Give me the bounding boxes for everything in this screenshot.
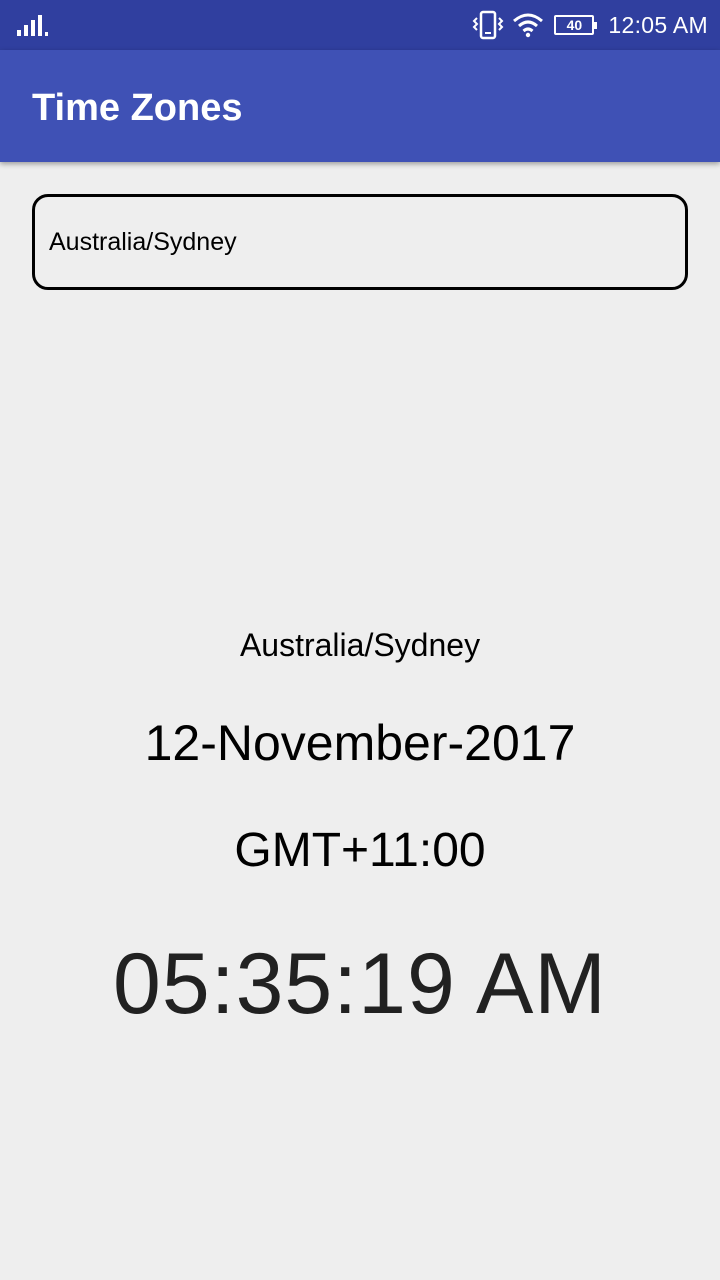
status-icons: 40 12:05 AM: [472, 8, 708, 42]
timezone-input[interactable]: [32, 194, 688, 290]
status-clock: 12:05 AM: [608, 11, 708, 38]
gmt-offset-label: GMT+11:00: [234, 824, 486, 877]
time-label: 05:35:19 AM: [113, 936, 607, 1032]
cell-signal-icon: [17, 15, 48, 36]
date-label: 12-November-2017: [144, 715, 576, 771]
vibrate-icon: [473, 10, 504, 40]
status-bar: 40 12:05 AM: [0, 0, 720, 50]
wifi-icon: [513, 13, 544, 38]
battery-level: 40: [566, 17, 583, 33]
battery-icon: 40: [554, 15, 598, 35]
app-title: Time Zones: [32, 87, 243, 129]
zone-label: Australia/Sydney: [239, 627, 481, 663]
app-bar: Time Zones: [0, 50, 720, 162]
